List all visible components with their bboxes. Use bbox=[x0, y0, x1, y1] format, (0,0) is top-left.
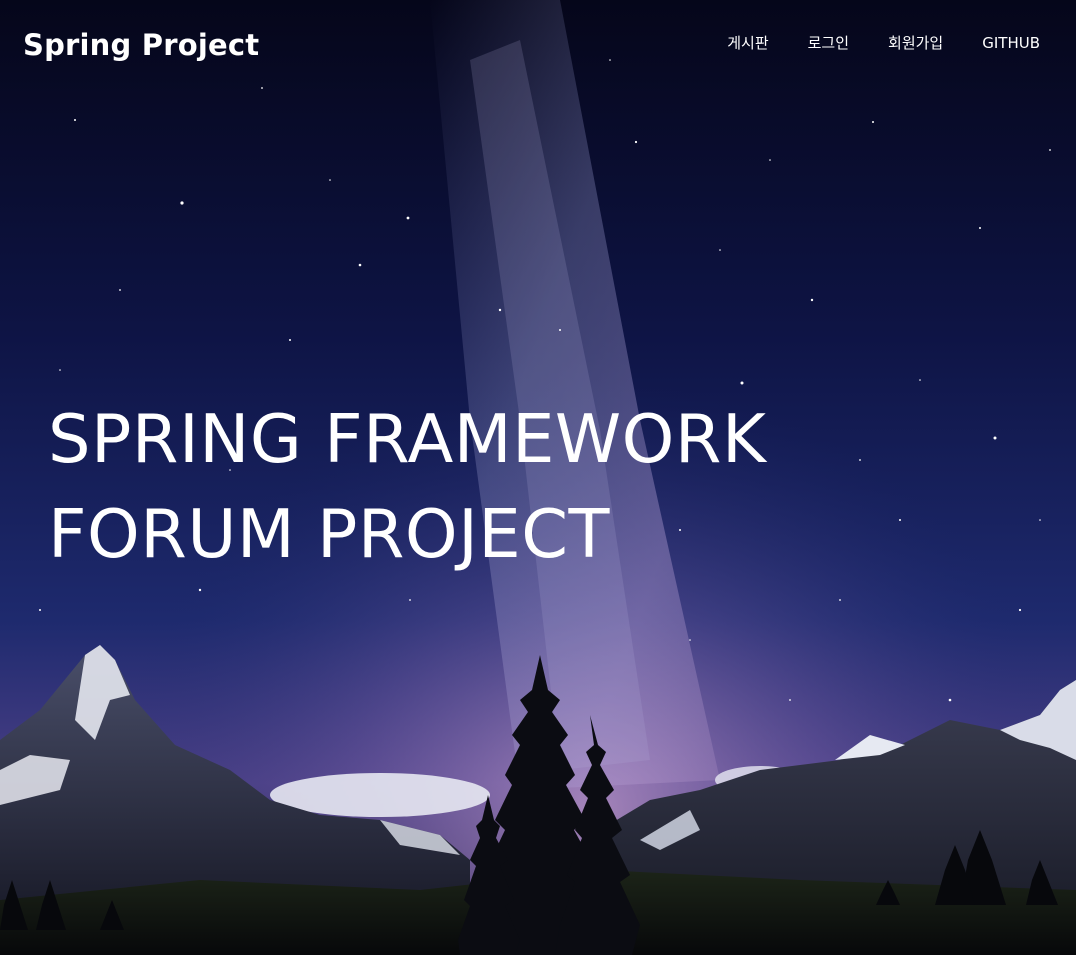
nav-link-signup[interactable]: 회원가입 bbox=[849, 33, 943, 53]
hero-headline: SPRING FRAMEWORK FORUM PROJECT bbox=[48, 392, 766, 582]
nav-link-board[interactable]: 게시판 bbox=[727, 33, 768, 53]
hero-headline-line-1: SPRING FRAMEWORK bbox=[48, 400, 767, 478]
nav-menu: 게시판 로그인 회원가입 GITHUB bbox=[727, 33, 1040, 53]
top-navbar: Spring Project 게시판 로그인 회원가입 GITHUB bbox=[0, 0, 1076, 92]
hero-headline-line-2: FORUM PROJECT bbox=[48, 495, 610, 573]
nav-link-login[interactable]: 로그인 bbox=[769, 33, 849, 53]
landing-page: Spring Project 게시판 로그인 회원가입 GITHUB SPRIN… bbox=[0, 0, 1076, 955]
brand-logo-link[interactable]: Spring Project bbox=[23, 28, 259, 62]
nav-link-github[interactable]: GITHUB bbox=[943, 33, 1040, 53]
nav-item-github: GITHUB bbox=[943, 33, 1040, 53]
nav-item-login: 로그인 bbox=[769, 33, 849, 53]
nav-item-signup: 회원가입 bbox=[849, 33, 943, 53]
nav-item-board: 게시판 bbox=[727, 33, 768, 53]
